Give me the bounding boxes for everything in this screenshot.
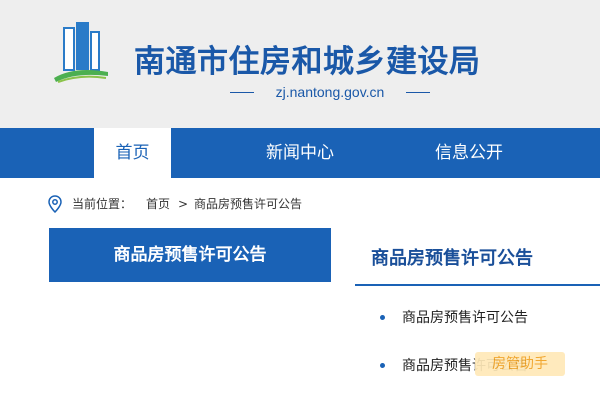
breadcrumb-label: 当前位置： bbox=[72, 197, 133, 211]
nav-item-info-disclosure[interactable]: 信息公开 bbox=[411, 128, 527, 178]
sidebar-title: 商品房预售许可公告 bbox=[49, 228, 331, 282]
domain-divider-right bbox=[406, 92, 430, 93]
content-title-underline bbox=[355, 284, 600, 286]
site-domain: zj.nantong.gov.cn bbox=[275, 84, 385, 100]
nav-item-home[interactable]: 首页 bbox=[94, 128, 171, 178]
breadcrumb-current: 商品房预售许可公告 bbox=[194, 197, 303, 211]
site-header: 南通市住房和城乡建设局 zj.nantong.gov.cn bbox=[0, 0, 600, 128]
watermark-badge: 房管助手 bbox=[475, 352, 565, 376]
main-nav: 首页 新闻中心 信息公开 bbox=[0, 128, 600, 178]
breadcrumb-home-link[interactable]: 首页 bbox=[146, 194, 170, 214]
city-buildings-logo-icon[interactable] bbox=[52, 20, 110, 86]
nav-item-news-center[interactable]: 新闻中心 bbox=[242, 128, 358, 178]
domain-divider-left bbox=[230, 92, 254, 93]
site-title: 南通市住房和城乡建设局 bbox=[134, 44, 481, 80]
bullet-dot bbox=[380, 363, 385, 368]
domain-row: zj.nantong.gov.cn bbox=[230, 82, 430, 102]
content-title: 商品房预售许可公告 bbox=[371, 248, 533, 269]
breadcrumb-separator: > bbox=[178, 197, 189, 211]
location-pin-icon bbox=[48, 195, 62, 213]
list-item-label: 商品房预售许可公告 bbox=[402, 310, 528, 326]
bullet-dot bbox=[380, 315, 385, 320]
list-item[interactable]: 商品房预售许可公告 bbox=[380, 309, 580, 327]
